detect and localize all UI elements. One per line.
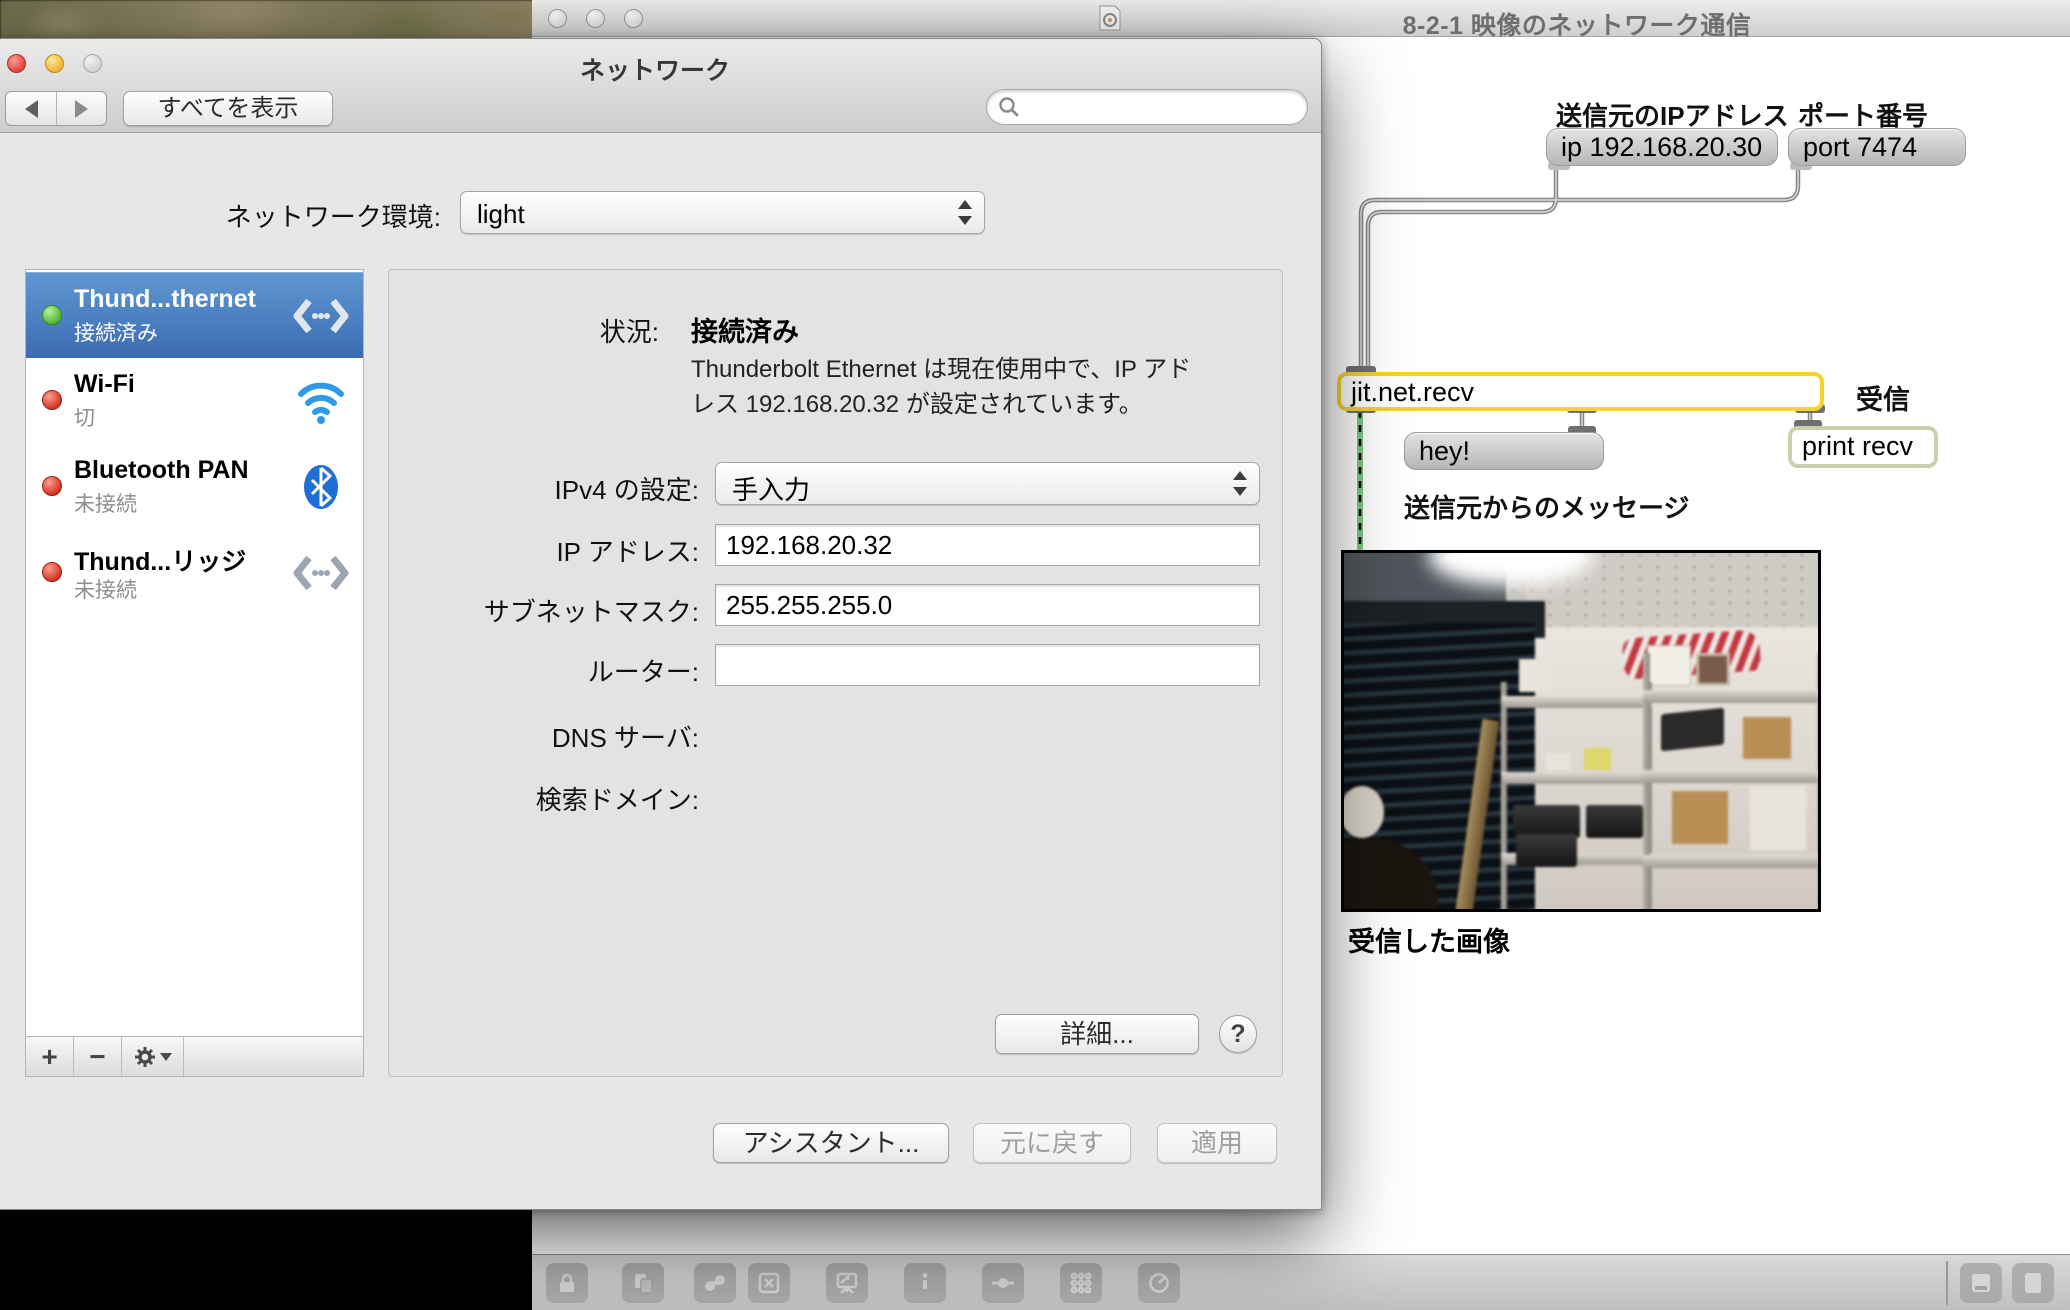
interface-name: Thund...thernet: [74, 285, 256, 314]
received-image-content: [1341, 550, 1821, 912]
comment-from-sender: 送信元からのメッセージ: [1404, 488, 1689, 525]
subnet-mask-field[interactable]: 255.255.255.0: [715, 584, 1260, 626]
sidebar-footer: + −: [26, 1036, 363, 1076]
forward-button[interactable]: [56, 92, 106, 125]
object-print-recv[interactable]: print recv: [1788, 426, 1938, 468]
help-button[interactable]: ?: [1219, 1015, 1257, 1053]
chevron-down-icon: [160, 1053, 172, 1061]
comment-receive: 受信: [1856, 378, 1910, 417]
status-dot-red: [42, 562, 62, 582]
revert-button[interactable]: 元に戻す: [973, 1123, 1131, 1163]
network-environment-popup[interactable]: light: [460, 191, 985, 234]
status-label: 状況:: [449, 312, 659, 349]
cord-ip-to-recv: [1368, 167, 1556, 371]
search-domain-label: 検索ドメイン:: [409, 780, 699, 817]
message-ip[interactable]: ip 192.168.20.30: [1546, 128, 1778, 166]
add-interface-button[interactable]: +: [26, 1037, 74, 1076]
search-input[interactable]: [986, 89, 1308, 125]
router-field[interactable]: [715, 644, 1260, 686]
subnet-mask-label: サブネットマスク:: [409, 592, 699, 629]
ipv4-config-value: 手入力: [732, 470, 810, 507]
status-dot-red: [42, 476, 62, 496]
bridge-icon: [293, 548, 349, 598]
interface-status: 切: [74, 402, 95, 432]
photo-shelf-right: [1643, 653, 1821, 912]
interface-status: 未接続: [74, 574, 137, 604]
photo-shelf-left: [1501, 682, 1652, 912]
ipv4-config-popup[interactable]: 手入力: [715, 462, 1260, 505]
nav-back-forward[interactable]: [5, 91, 107, 126]
assistant-button[interactable]: アシスタント...: [713, 1123, 949, 1163]
status-description-line2: レス 192.168.20.32 が設定されています。: [691, 387, 1143, 422]
received-image-caption: 受信した画像: [1348, 920, 1510, 959]
environment-value: light: [477, 199, 525, 230]
wifi-icon: [293, 376, 349, 426]
apply-button[interactable]: 適用: [1157, 1123, 1277, 1163]
back-button[interactable]: [6, 92, 56, 125]
gear-icon: [134, 1046, 156, 1068]
status-description-line1: Thunderbolt Ethernet は現在使用中で、IP アド: [691, 352, 1191, 387]
show-all-button[interactable]: すべてを表示: [123, 91, 333, 126]
photo-person-head: [1341, 786, 1384, 838]
object-jit-net-recv[interactable]: jit.net.recv: [1337, 372, 1824, 411]
interface-detail-panel: 状況: 接続済み Thunderbolt Ethernet は現在使用中で、IP…: [388, 269, 1283, 1077]
search-icon: [997, 95, 1021, 119]
status-value: 接続済み: [691, 310, 799, 349]
minimize-icon[interactable]: [45, 54, 64, 73]
advanced-button[interactable]: 詳細...: [995, 1014, 1199, 1054]
sidebar-item-bluetooth-pan[interactable]: Bluetooth PAN 未接続: [26, 444, 363, 530]
network-window-header[interactable]: ネットワーク すべてを表示: [0, 39, 1321, 133]
remove-interface-button[interactable]: −: [74, 1037, 122, 1076]
message-port[interactable]: port 7474: [1788, 128, 1966, 166]
interface-name: Bluetooth PAN: [74, 456, 249, 485]
interface-name: Thund...リッジ: [74, 542, 246, 578]
interface-name: Wi-Fi: [74, 370, 135, 399]
message-hey[interactable]: hey!: [1404, 432, 1604, 470]
network-window-title: ネットワーク: [295, 51, 1015, 87]
interface-status: 接続済み: [74, 317, 158, 347]
action-menu-button[interactable]: [122, 1037, 184, 1076]
back-arrow-icon: [25, 100, 38, 118]
ethernet-icon: [293, 291, 349, 341]
cord-port-to-recv: [1361, 167, 1798, 371]
ip-address-field[interactable]: 192.168.20.32: [715, 524, 1260, 566]
sidebar-item-thunderbolt-ethernet[interactable]: Thund...thernet 接続済み: [26, 272, 363, 358]
sidebar-item-thunderbolt-bridge[interactable]: Thund...リッジ 未接続: [26, 530, 363, 616]
status-dot-green: [42, 305, 62, 325]
ip-address-label: IP アドレス:: [409, 532, 699, 569]
sidebar-item-wifi[interactable]: Wi-Fi 切: [26, 358, 363, 444]
status-dot-red: [42, 390, 62, 410]
ipv4-config-label: IPv4 の設定:: [409, 470, 699, 507]
network-preferences-window: ネットワーク すべてを表示 ネットワーク環境: light Thund...th: [0, 38, 1322, 1210]
popup-stepper-icon: [952, 198, 978, 227]
forward-arrow-icon: [75, 100, 88, 118]
router-label: ルーター:: [409, 652, 699, 689]
interface-sidebar: Thund...thernet 接続済み Wi-Fi 切: [25, 269, 364, 1077]
received-image[interactable]: [1341, 550, 1821, 912]
interface-status: 未接続: [74, 488, 137, 518]
screen: 8-2-1 映像のネットワーク通信: [0, 0, 2070, 1310]
network-environment-label: ネットワーク環境:: [145, 197, 441, 234]
close-icon[interactable]: [7, 54, 26, 73]
zoom-icon[interactable]: [83, 54, 102, 73]
bluetooth-icon: [293, 462, 349, 512]
popup-stepper-icon: [1227, 469, 1253, 498]
dns-server-label: DNS サーバ:: [409, 718, 699, 755]
